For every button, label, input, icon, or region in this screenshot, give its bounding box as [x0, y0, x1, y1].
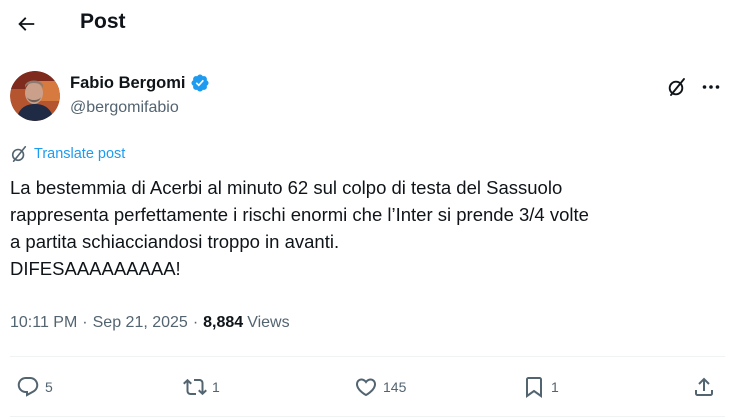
grok-button[interactable]: [664, 74, 690, 100]
author-name-row[interactable]: Fabio Bergomi: [70, 73, 210, 93]
share-button[interactable]: [692, 374, 716, 400]
heart-icon: [355, 378, 377, 397]
post-text: La bestemmia di Acerbi al minuto 62 sul …: [10, 174, 730, 282]
like-button[interactable]: 145: [354, 374, 406, 400]
post-text-line: DIFESAAAAAAAAA!: [10, 258, 181, 279]
reply-count: 5: [45, 379, 53, 395]
grok-icon: [668, 78, 685, 96]
back-button[interactable]: [8, 6, 44, 42]
translate-post-label[interactable]: Translate post: [34, 146, 125, 162]
post-text-line: a partita schiacciandosi troppo in avant…: [10, 231, 340, 252]
divider: [10, 356, 725, 357]
author-handle[interactable]: @bergomifabio: [70, 99, 179, 117]
meta-separator: ·: [82, 314, 88, 331]
more-horizontal-icon: [702, 85, 720, 89]
bookmark-icon: [526, 377, 542, 398]
translate-post-link[interactable]: Translate post: [10, 145, 125, 163]
post-date[interactable]: Sep 21, 2025: [93, 314, 188, 332]
repost-icon: [183, 378, 207, 396]
top-bar: Post: [0, 0, 740, 48]
views-label: Views: [247, 314, 290, 331]
repost-count: 1: [212, 379, 220, 395]
reply-button[interactable]: 5: [16, 374, 53, 400]
post-time[interactable]: 10:11 PM: [10, 314, 77, 332]
post-text-line: rappresenta perfettamente i rischi enorm…: [10, 204, 589, 225]
avatar-image: [10, 71, 60, 121]
arrow-left-icon: [18, 17, 35, 31]
share-icon: [695, 377, 713, 396]
views-count: 8,884: [203, 314, 244, 331]
page-title: Post: [80, 10, 126, 33]
like-count: 145: [383, 379, 407, 395]
meta-separator: ·: [192, 314, 199, 331]
verified-badge-icon: [190, 74, 209, 92]
post-text-line: La bestemmia di Acerbi al minuto 62 sul …: [10, 177, 563, 198]
bookmark-count: 1: [551, 379, 559, 395]
author-display-name[interactable]: Fabio Bergomi: [70, 74, 186, 93]
bookmark-button[interactable]: 1: [522, 374, 559, 400]
more-options-button[interactable]: [698, 74, 724, 100]
post-metadata: 10:11 PM · Sep 21, 2025 · 8,884 Views: [10, 314, 290, 332]
reply-icon: [17, 377, 39, 397]
grok-icon: [11, 145, 27, 163]
divider: [10, 416, 725, 417]
repost-button[interactable]: 1: [183, 374, 220, 400]
avatar[interactable]: [10, 71, 60, 121]
